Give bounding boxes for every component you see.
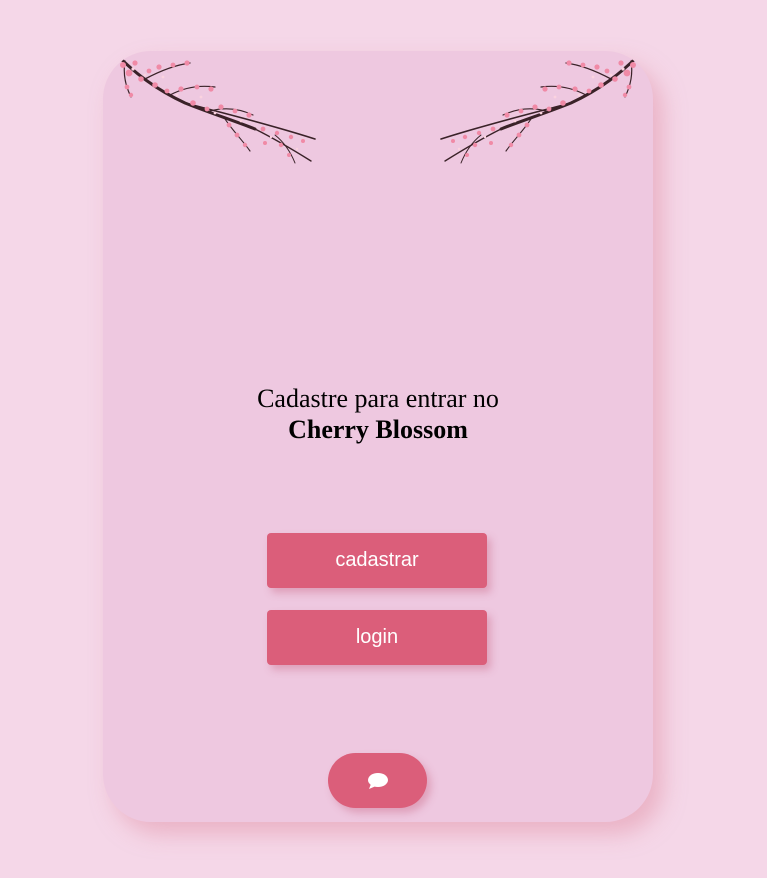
heading-line-1: Cadastre para entrar no bbox=[257, 384, 499, 413]
chat-bubble-icon bbox=[367, 772, 388, 789]
register-button[interactable]: cadastrar bbox=[267, 533, 487, 588]
login-button[interactable]: login bbox=[267, 610, 487, 665]
chat-button[interactable] bbox=[328, 753, 427, 808]
welcome-card: Cadastre para entrar no Cherry Blossom c… bbox=[103, 51, 653, 822]
heading-app-name: Cherry Blossom bbox=[288, 415, 468, 444]
cherry-blossom-branch-left bbox=[115, 53, 316, 164]
cherry-blossom-branch-right bbox=[440, 53, 641, 164]
welcome-heading: Cadastre para entrar no Cherry Blossom bbox=[103, 383, 653, 445]
